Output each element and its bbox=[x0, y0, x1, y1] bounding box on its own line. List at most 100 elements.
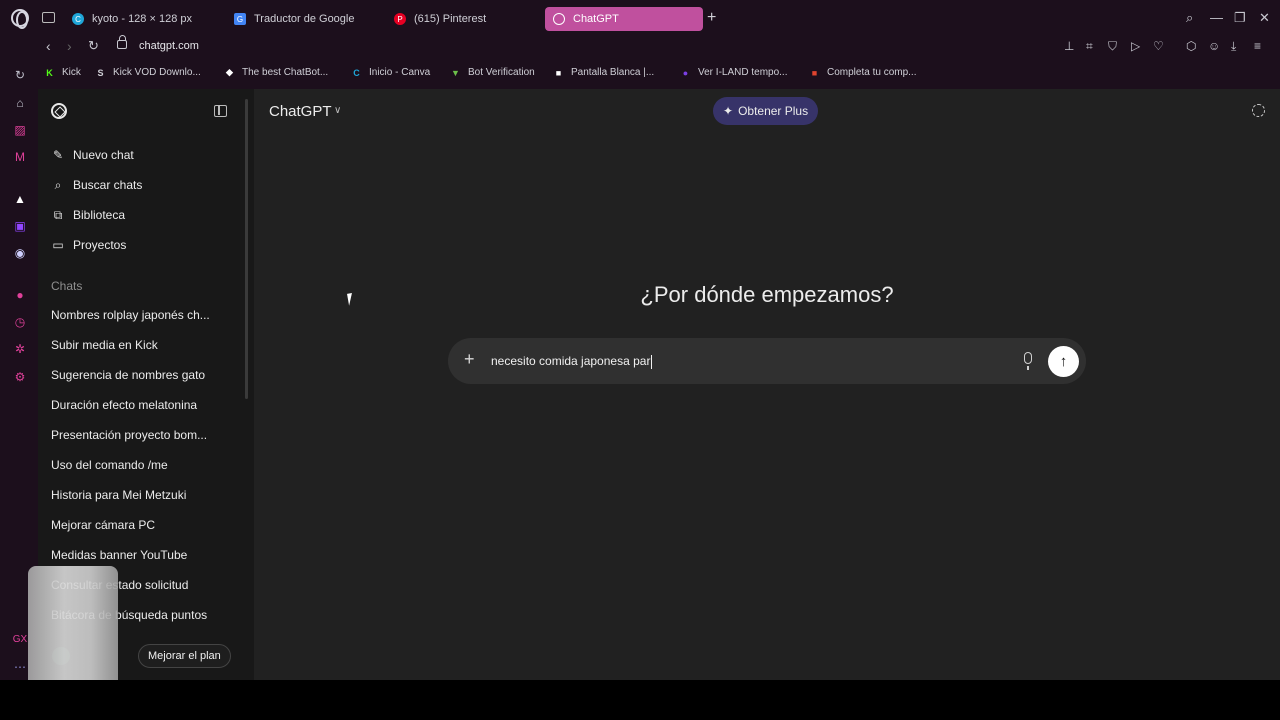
chat-item[interactable]: Subir media en Kick bbox=[51, 338, 221, 352]
chat-item[interactable]: Mejorar cámara PC bbox=[51, 518, 221, 532]
restore-icon[interactable]: ❐ bbox=[1234, 10, 1246, 26]
library-button[interactable]: ⧉ Biblioteca bbox=[51, 208, 125, 223]
tab-label: (615) Pinterest bbox=[414, 13, 487, 25]
chatbot-icon: ◆ bbox=[226, 67, 233, 77]
bookmark-kick-vod[interactable]: S Kick VOD Downlo... bbox=[95, 67, 200, 78]
menu-label: Nuevo chat bbox=[73, 148, 134, 162]
chatgpt-icon bbox=[553, 13, 565, 25]
browser-window: C kyoto - 128 × 128 px G Traductor de Go… bbox=[0, 0, 1280, 694]
attach-plus-icon[interactable]: + bbox=[464, 349, 475, 370]
bookmark-completa[interactable]: ■ Completa tu comp... bbox=[809, 67, 917, 78]
extensions-sidebar-icon[interactable]: ✲ bbox=[13, 342, 27, 356]
forward-icon[interactable]: › bbox=[67, 38, 72, 54]
sparkle-icon: ✦ bbox=[723, 104, 734, 118]
chat-item[interactable]: Medidas banner YouTube bbox=[51, 548, 221, 562]
chat-item[interactable]: Historia para Mei Metzuki bbox=[51, 488, 221, 502]
bookmark-iland[interactable]: ● Ver I-LAND tempo... bbox=[680, 67, 788, 78]
chat-item[interactable]: Duración efecto melatonina bbox=[51, 398, 221, 412]
reload-icon[interactable]: ↻ bbox=[88, 38, 99, 54]
sidebar-toggle-icon[interactable] bbox=[214, 105, 227, 117]
new-chat-button[interactable]: ✎ Nuevo chat bbox=[51, 148, 134, 162]
bookmark-kick[interactable]: K Kick bbox=[44, 67, 81, 78]
temporary-chat-icon[interactable] bbox=[1252, 104, 1265, 117]
lock-icon[interactable] bbox=[117, 35, 127, 49]
crypto-wallet-icon[interactable]: ⌂ bbox=[13, 96, 27, 110]
tab-pinterest[interactable]: P (615) Pinterest bbox=[394, 7, 486, 31]
tab-chatgpt[interactable]: ChatGPT bbox=[545, 7, 703, 31]
url-field[interactable]: chatgpt.com bbox=[139, 40, 199, 52]
get-plus-button[interactable]: ✦ Obtener Plus bbox=[713, 97, 819, 125]
settings-icon[interactable]: ⚙ bbox=[13, 370, 27, 384]
model-selector[interactable]: ChatGPT bbox=[269, 103, 332, 120]
bottom-bar bbox=[0, 680, 1280, 720]
pin-icon[interactable]: ⊥ bbox=[1064, 39, 1074, 53]
menu-label: Buscar chats bbox=[73, 178, 143, 192]
chatgpt-app: ✎ Nuevo chat ⌕ Buscar chats ⧉ Biblioteca… bbox=[38, 89, 1280, 680]
download-icon[interactable]: ⤓ bbox=[1231, 39, 1236, 54]
chat-item[interactable]: Presentación proyecto bom... bbox=[51, 428, 221, 442]
screenshot-icon[interactable]: ⌗ bbox=[1086, 39, 1093, 54]
bookmark-chatbot[interactable]: ◆ The best ChatBot... bbox=[224, 67, 328, 78]
close-window-icon[interactable]: ✕ bbox=[1259, 10, 1270, 26]
search-tabs-icon[interactable]: ⌕ bbox=[1186, 10, 1193, 26]
tab-label: ChatGPT bbox=[573, 13, 619, 25]
tab-kyoto[interactable]: C kyoto - 128 × 128 px bbox=[72, 7, 192, 31]
iland-icon: ● bbox=[682, 67, 689, 78]
opera-logo-icon[interactable] bbox=[11, 9, 29, 29]
discord-icon[interactable]: ◉ bbox=[13, 246, 27, 260]
search-chats-button[interactable]: ⌕ Buscar chats bbox=[51, 177, 143, 193]
projects-button[interactable]: ▭ Proyectos bbox=[51, 238, 126, 252]
more-icon[interactable]: ⋯ bbox=[13, 660, 27, 674]
chevron-down-icon[interactable]: ∨ bbox=[334, 105, 341, 116]
mouse-cursor bbox=[347, 292, 358, 306]
kick-icon: K bbox=[46, 67, 53, 78]
workspaces-icon[interactable] bbox=[42, 12, 55, 23]
get-plus-label: Obtener Plus bbox=[738, 104, 809, 118]
bookmark-canva[interactable]: C Inicio - Canva bbox=[351, 67, 430, 78]
search-icon: ⌕ bbox=[54, 177, 62, 192]
chat-item[interactable]: Uso del comando /me bbox=[51, 458, 221, 472]
messenger-icon[interactable]: M bbox=[13, 150, 27, 164]
google-translate-icon: G bbox=[234, 13, 246, 25]
history-icon[interactable]: ◷ bbox=[13, 315, 27, 329]
prompt-composer[interactable]: + necesito comida japonesa par ↑ bbox=[448, 338, 1086, 384]
aria-icon[interactable]: ↻ bbox=[13, 68, 27, 82]
gx-icon[interactable]: GX bbox=[13, 632, 27, 646]
bookmark-label: Bot Verification bbox=[468, 67, 535, 78]
bookmark-label: Completa tu comp... bbox=[827, 67, 917, 78]
menu-label: Proyectos bbox=[73, 238, 127, 252]
improve-plan-button[interactable]: Mejorar el plan bbox=[138, 644, 231, 668]
heart-icon[interactable]: ♡ bbox=[1153, 39, 1164, 53]
menu-icon[interactable]: ≡ bbox=[1254, 39, 1261, 53]
shield-icon[interactable]: ⛉ bbox=[1108, 39, 1117, 54]
canva-icon: C bbox=[72, 13, 84, 25]
bookmark-pantalla-blanca[interactable]: ■ Pantalla Blanca |... bbox=[553, 67, 654, 78]
arc-icon[interactable]: ▲ bbox=[13, 192, 27, 206]
prompt-input[interactable]: necesito comida japonesa par bbox=[491, 354, 653, 369]
tab-label: Traductor de Google bbox=[254, 13, 355, 25]
new-tab-plus-icon[interactable]: + bbox=[707, 9, 716, 27]
canva-icon: C bbox=[353, 67, 360, 78]
twitch-icon[interactable]: ▣ bbox=[13, 219, 27, 233]
minimize-icon[interactable]: — bbox=[1210, 10, 1223, 25]
openai-logo-icon[interactable] bbox=[51, 103, 67, 119]
address-bar: ‹ › ↻ chatgpt.com ⊥ ⌗ ⛉ ▷ ♡ ⬡ ☺ ⤓ ≡ bbox=[0, 35, 1280, 58]
back-icon[interactable]: ‹ bbox=[46, 38, 51, 54]
play-icon[interactable]: ▷ bbox=[1131, 39, 1140, 53]
folder-plus-icon: ▭ bbox=[52, 238, 64, 252]
microphone-icon[interactable] bbox=[1024, 352, 1032, 370]
bookmark-label: The best ChatBot... bbox=[242, 67, 329, 78]
chat-item[interactable]: Sugerencia de nombres gato bbox=[51, 368, 221, 382]
sidebar-scrollbar[interactable] bbox=[245, 99, 248, 399]
send-button[interactable]: ↑ bbox=[1048, 346, 1079, 377]
chat-item[interactable]: Nombres rolplay japonés ch... bbox=[51, 308, 221, 322]
bookmark-bot-verification[interactable]: ▼ Bot Verification bbox=[450, 67, 535, 78]
bookmark-label: Inicio - Canva bbox=[369, 67, 431, 78]
player-icon[interactable]: ▨ bbox=[13, 123, 27, 137]
record-icon[interactable]: ● bbox=[13, 288, 27, 302]
tab-google-translate[interactable]: G Traductor de Google bbox=[234, 7, 354, 31]
extensions-icon[interactable]: ⬡ bbox=[1186, 39, 1196, 53]
profile-icon[interactable]: ☺ bbox=[1208, 39, 1220, 53]
glass-overlay bbox=[28, 566, 118, 694]
white-screen-icon: ■ bbox=[555, 67, 562, 78]
